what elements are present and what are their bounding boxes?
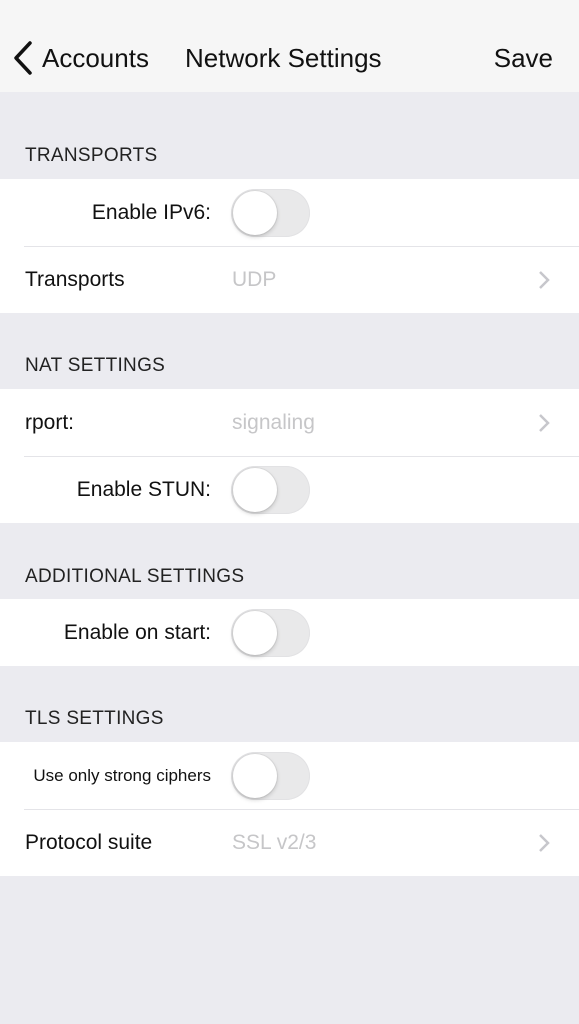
page-title: Network Settings	[185, 43, 382, 73]
navigation-bar: Accounts Network Settings Save	[0, 0, 579, 92]
toggle-knob	[233, 610, 277, 655]
chevron-left-icon	[14, 41, 32, 75]
group-tls: Use only strong ciphers Protocol suite S…	[0, 742, 579, 876]
transports-label: Transports	[25, 267, 125, 291]
group-nat: rport: signaling Enable STUN:	[0, 389, 579, 523]
back-button[interactable]: Accounts	[12, 40, 149, 76]
transports-value: UDP	[232, 267, 277, 291]
row-enable-stun: Enable STUN:	[0, 456, 579, 523]
row-enable-ipv6: Enable IPv6:	[0, 179, 579, 246]
toggle-knob	[233, 190, 277, 235]
group-transports: Enable IPv6: Transports UDP	[0, 179, 579, 313]
chevron-right-icon	[539, 270, 550, 289]
enable-on-start-toggle[interactable]	[231, 608, 310, 657]
row-strong-ciphers: Use only strong ciphers	[0, 742, 579, 809]
enable-on-start-label: Enable on start:	[63, 620, 211, 644]
protocol-suite-label: Protocol suite	[25, 830, 153, 854]
enable-stun-toggle[interactable]	[231, 465, 310, 514]
strong-ciphers-label: Use only strong ciphers	[33, 765, 211, 785]
rport-label: rport:	[25, 410, 75, 434]
row-protocol-suite[interactable]: Protocol suite SSL v2/3	[0, 809, 579, 876]
enable-ipv6-label: Enable IPv6:	[91, 200, 211, 224]
row-rport[interactable]: rport: signaling	[0, 389, 579, 456]
section-header-transports: TRANSPORTS	[25, 145, 158, 166]
back-button-label: Accounts	[42, 42, 149, 73]
group-additional: Enable on start:	[0, 599, 579, 666]
section-header-additional: ADDITIONAL SETTINGS	[25, 566, 245, 587]
row-transports[interactable]: Transports UDP	[0, 246, 579, 313]
chevron-right-icon	[539, 413, 550, 432]
chevron-right-icon	[539, 833, 550, 852]
section-header-nat: NAT SETTINGS	[25, 355, 166, 376]
toggle-knob	[233, 467, 277, 512]
save-button[interactable]: Save	[494, 43, 553, 74]
enable-ipv6-toggle[interactable]	[231, 188, 310, 237]
enable-stun-label: Enable STUN:	[76, 477, 211, 501]
section-header-tls: TLS SETTINGS	[25, 708, 164, 729]
protocol-suite-value: SSL v2/3	[232, 830, 317, 854]
row-enable-on-start: Enable on start:	[0, 599, 579, 666]
strong-ciphers-toggle[interactable]	[231, 751, 310, 800]
toggle-knob	[233, 753, 277, 798]
rport-value: signaling	[232, 410, 315, 434]
